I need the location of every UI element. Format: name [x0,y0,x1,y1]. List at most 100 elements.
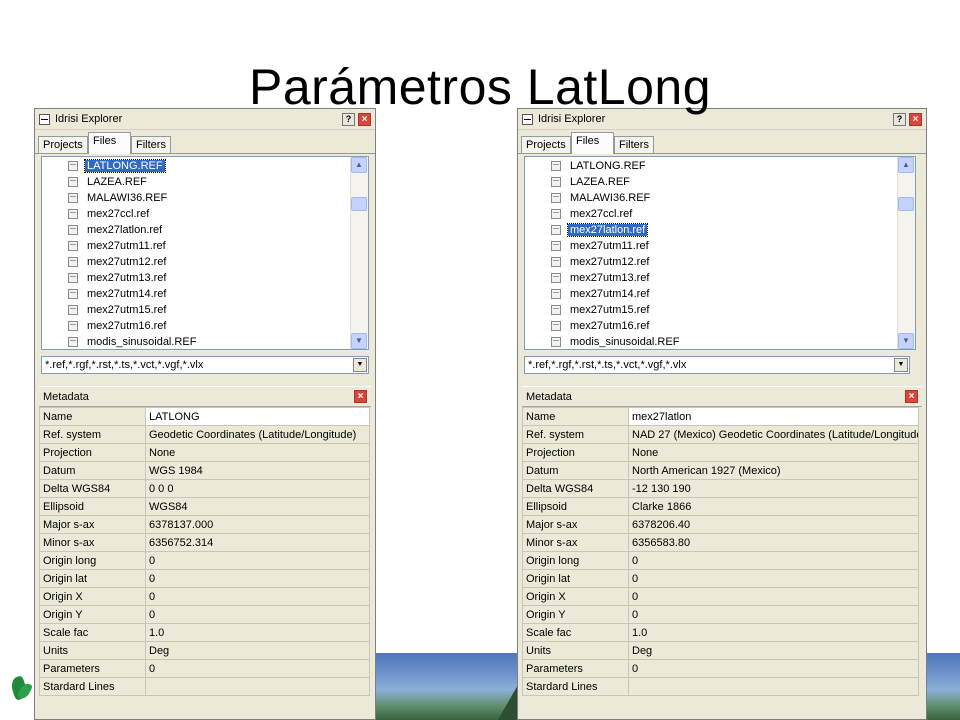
file-icon [68,336,78,347]
file-list[interactable]: LATLONG.REF LAZEA.REF MALAWI36.REF mex27… [41,156,369,350]
list-item[interactable]: LAZEA.REF [68,174,147,189]
file-icon [551,192,561,203]
list-item[interactable]: mex27utm11.ref [68,238,166,253]
tab-files[interactable]: Files [571,132,614,154]
list-item[interactable]: mex27ccl.ref [68,206,149,221]
metadata-value[interactable]: 6356752.314 [145,533,370,552]
metadata-key: Datum [39,461,146,480]
list-item[interactable]: MALAWI36.REF [551,190,650,205]
table-row: Origin long 0 [39,551,370,570]
list-item[interactable]: mex27latlon.ref [551,222,649,237]
metadata-key: Units [39,641,146,660]
metadata-value[interactable] [145,677,370,696]
list-item[interactable]: mex27latlon.ref [68,222,162,237]
close-button[interactable]: × [354,390,367,403]
metadata-value[interactable]: 0 [145,551,370,570]
metadata-value[interactable]: -12 130 190 [628,479,919,498]
scroll-thumb[interactable] [898,197,914,211]
list-item[interactable]: mex27utm13.ref [68,270,166,285]
scroll-up-icon[interactable]: ▲ [351,157,367,173]
tab-projects[interactable]: Projects [38,136,88,153]
chevron-down-icon[interactable]: ▼ [353,358,367,372]
metadata-key: Parameters [522,659,629,678]
tab-filters[interactable]: Filters [131,136,171,153]
metadata-value[interactable] [628,677,919,696]
file-icon [551,272,561,283]
metadata-value[interactable]: None [145,443,370,462]
metadata-key: Ellipsoid [522,497,629,516]
tab-files[interactable]: Files [88,132,131,154]
table-row: Origin X0 [39,587,370,606]
metadata-value[interactable]: 0 [145,569,370,588]
metadata-value[interactable]: 0 [628,605,919,624]
metadata-key: Datum [522,461,629,480]
vertical-scrollbar[interactable]: ▲ ▼ [350,157,368,349]
metadata-value[interactable]: North American 1927 (Mexico) [628,461,919,480]
metadata-value[interactable]: Geodetic Coordinates (Latitude/Longitude… [145,425,370,444]
scroll-down-icon[interactable]: ▼ [351,333,367,349]
file-icon [551,176,561,187]
metadata-key: Name [39,407,146,426]
metadata-value[interactable]: 0 [628,551,919,570]
metadata-value[interactable]: 1.0 [145,623,370,642]
scroll-down-icon[interactable]: ▼ [898,333,914,349]
vertical-scrollbar[interactable]: ▲ ▼ [897,157,915,349]
file-name: mex27utm16.ref [87,319,167,332]
list-item[interactable]: modis_sinusoidal.REF [68,334,196,349]
metadata-value[interactable]: 1.0 [628,623,919,642]
file-icon [551,288,561,299]
metadata-value[interactable]: WGS84 [145,497,370,516]
file-name: LATLONG.REF [84,158,166,173]
metadata-value[interactable]: 0 [145,605,370,624]
metadata-value[interactable]: 6378137.000 [145,515,370,534]
metadata-value[interactable]: Deg [628,641,919,660]
metadata-value[interactable]: 0 [628,659,919,678]
list-item[interactable]: mex27utm13.ref [551,270,649,285]
metadata-value[interactable]: 0 [628,569,919,588]
filter-combobox[interactable]: *.ref,*.rgf,*.rst,*.ts,*.vct,*.vgf,*.vlx… [524,356,910,374]
metadata-value[interactable]: Deg [145,641,370,660]
file-list[interactable]: LATLONG.REF LAZEA.REF MALAWI36.REF mex27… [524,156,916,350]
list-item[interactable]: mex27utm16.ref [68,318,166,333]
table-row: Origin Y0 [522,605,919,624]
metadata-value[interactable]: LATLONG [145,407,370,426]
table-row: Major s-ax 6378137.000 [39,515,370,534]
chevron-down-icon[interactable]: ▼ [894,358,908,372]
list-item[interactable]: MALAWI36.REF [68,190,167,205]
list-item[interactable]: mex27ccl.ref [551,206,632,221]
list-item[interactable]: mex27utm16.ref [551,318,649,333]
list-item[interactable]: mex27utm11.ref [551,238,649,253]
scroll-up-icon[interactable]: ▲ [898,157,914,173]
metadata-value[interactable]: 0 [145,587,370,606]
tab-filters[interactable]: Filters [614,136,654,153]
list-item[interactable]: mex27utm12.ref [551,254,649,269]
table-row: Units Deg [522,641,919,660]
file-name: mex27utm11.ref [87,239,166,252]
list-item[interactable]: mex27utm15.ref [551,302,649,317]
list-item[interactable]: mex27utm12.ref [68,254,166,269]
metadata-value[interactable]: 0 [145,659,370,678]
metadata-value[interactable]: NAD 27 (Mexico) Geodetic Coordinates (La… [628,425,919,444]
list-item[interactable]: mex27utm15.ref [68,302,166,317]
list-item[interactable]: LATLONG.REF [551,158,646,173]
metadata-value[interactable]: 6378206.40 [628,515,919,534]
list-item[interactable]: LAZEA.REF [551,174,630,189]
list-item[interactable]: mex27utm14.ref [68,286,166,301]
metadata-value[interactable]: mex27latlon [628,407,919,426]
metadata-value[interactable]: 0 [628,587,919,606]
filter-combobox[interactable]: *.ref,*.rgf,*.rst,*.ts,*.vct,*.vgf,*.vlx… [41,356,369,374]
list-item[interactable]: mex27utm14.ref [551,286,649,301]
table-row: Datum WGS 1984 [39,461,370,480]
metadata-value[interactable]: 6356583.80 [628,533,919,552]
tab-projects[interactable]: Projects [521,136,571,153]
scroll-thumb[interactable] [351,197,367,211]
metadata-value[interactable]: WGS 1984 [145,461,370,480]
list-item[interactable]: LATLONG.REF [68,158,166,173]
close-button[interactable]: × [905,390,918,403]
list-item[interactable]: modis_sinusoidal.REF [551,334,679,349]
metadata-value[interactable]: None [628,443,919,462]
filter-value: *.ref,*.rgf,*.rst,*.ts,*.vct,*.vgf,*.vlx [45,359,204,371]
metadata-value[interactable]: Clarke 1866 [628,497,919,516]
metadata-key: Delta WGS84 [522,479,629,498]
metadata-value[interactable]: 0 0 0 [145,479,370,498]
